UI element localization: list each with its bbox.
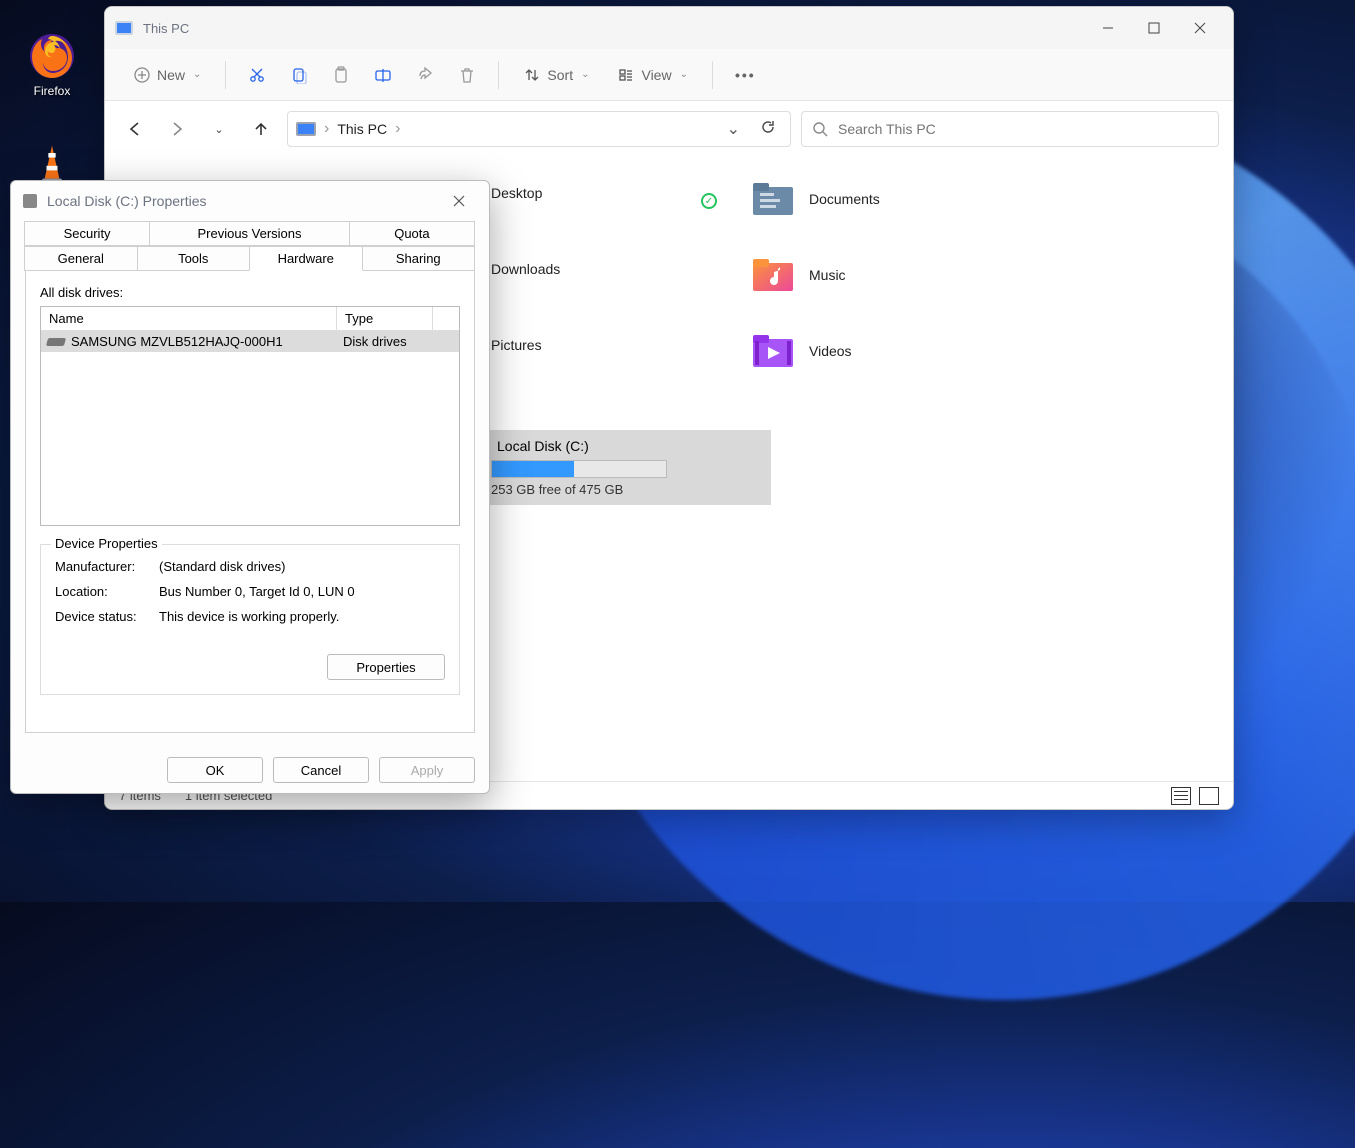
cancel-button[interactable]: Cancel bbox=[273, 757, 369, 783]
chevron-down-icon: ⌄ bbox=[214, 123, 223, 136]
group-title: Device Properties bbox=[51, 536, 162, 551]
ellipsis-icon: ••• bbox=[735, 67, 756, 83]
refresh-button[interactable] bbox=[754, 119, 782, 140]
all-drives-label: All disk drives: bbox=[40, 285, 460, 300]
dialog-close-button[interactable] bbox=[441, 186, 477, 216]
chevron-down-icon: ⌄ bbox=[680, 69, 688, 80]
folder-videos[interactable]: Videos bbox=[749, 329, 852, 373]
more-button[interactable]: ••• bbox=[727, 57, 764, 93]
folder-downloads[interactable]: Downloads bbox=[483, 261, 560, 277]
tab-quota[interactable]: Quota bbox=[349, 221, 475, 246]
tab-hardware[interactable]: Hardware bbox=[249, 246, 363, 271]
folder-pictures[interactable]: Pictures bbox=[483, 337, 542, 353]
disk-usage-bar bbox=[491, 460, 667, 478]
view-button[interactable]: View⌄ bbox=[607, 57, 697, 93]
copy-icon bbox=[290, 66, 308, 84]
column-type[interactable]: Type bbox=[337, 307, 433, 330]
properties-dialog: Local Disk (C:) Properties Security Prev… bbox=[10, 180, 490, 794]
recent-button[interactable]: ⌄ bbox=[203, 113, 235, 145]
device-properties-group: Device Properties Manufacturer:(Standard… bbox=[40, 544, 460, 695]
this-pc-icon bbox=[296, 122, 316, 136]
rename-icon bbox=[374, 66, 392, 84]
status-value: This device is working properly. bbox=[159, 609, 339, 624]
desktop-icon-label: Firefox bbox=[12, 84, 92, 98]
search-icon bbox=[812, 121, 828, 137]
folder-documents[interactable]: Documents bbox=[749, 177, 880, 221]
breadcrumb[interactable]: This PC bbox=[337, 121, 387, 137]
share-button[interactable] bbox=[408, 57, 442, 93]
tab-page-hardware: All disk drives: Name Type SAMSUNG MZVLB… bbox=[25, 270, 475, 733]
close-button[interactable] bbox=[1177, 12, 1223, 44]
tab-sharing[interactable]: Sharing bbox=[362, 246, 476, 271]
tab-security[interactable]: Security bbox=[24, 221, 150, 246]
back-button[interactable] bbox=[119, 113, 151, 145]
disk-local-c[interactable]: Local Disk (C:) 253 GB free of 475 GB bbox=[483, 430, 771, 505]
manufacturer-value: (Standard disk drives) bbox=[159, 559, 285, 574]
tab-general[interactable]: General bbox=[24, 246, 138, 271]
manufacturer-label: Manufacturer: bbox=[55, 559, 159, 574]
sort-icon bbox=[523, 66, 541, 84]
chevron-down-icon: ⌄ bbox=[581, 69, 589, 80]
chevron-right-icon: › bbox=[324, 120, 329, 138]
this-pc-icon bbox=[115, 21, 133, 35]
address-bar[interactable]: › This PC › ⌄ bbox=[287, 111, 791, 147]
ok-button[interactable]: OK bbox=[167, 757, 263, 783]
search-box[interactable] bbox=[801, 111, 1219, 147]
chevron-right-icon: › bbox=[395, 120, 400, 138]
drive-row[interactable]: SAMSUNG MZVLB512HAJQ-000H1 Disk drives bbox=[41, 331, 459, 352]
delete-button[interactable] bbox=[450, 57, 484, 93]
apply-button[interactable]: Apply bbox=[379, 757, 475, 783]
documents-icon bbox=[749, 177, 797, 221]
cut-button[interactable] bbox=[240, 57, 274, 93]
paste-button[interactable] bbox=[324, 57, 358, 93]
tab-previous-versions[interactable]: Previous Versions bbox=[149, 221, 350, 246]
toolbar: New⌄ Sort⌄ View⌄ ••• bbox=[105, 49, 1233, 101]
search-input[interactable] bbox=[838, 121, 1208, 137]
chevron-down-icon: ⌄ bbox=[193, 69, 201, 80]
dialog-titlebar[interactable]: Local Disk (C:) Properties bbox=[11, 181, 489, 221]
music-icon bbox=[749, 253, 797, 297]
address-dropdown[interactable]: ⌄ bbox=[721, 119, 746, 139]
scissors-icon bbox=[248, 66, 266, 84]
window-title: This PC bbox=[143, 21, 189, 36]
tab-tools[interactable]: Tools bbox=[137, 246, 251, 271]
clipboard-icon bbox=[332, 66, 350, 84]
firefox-icon bbox=[28, 32, 76, 80]
device-properties-button[interactable]: Properties bbox=[327, 654, 445, 680]
minimize-button[interactable] bbox=[1085, 12, 1131, 44]
up-button[interactable] bbox=[245, 113, 277, 145]
new-button[interactable]: New⌄ bbox=[123, 57, 211, 93]
share-icon bbox=[416, 66, 434, 84]
status-label: Device status: bbox=[55, 609, 159, 624]
tabs: Security Previous Versions Quota General… bbox=[25, 221, 475, 271]
view-icon bbox=[617, 66, 635, 84]
sync-ok-icon: ✓ bbox=[701, 193, 717, 209]
videos-icon bbox=[749, 329, 797, 373]
copy-button[interactable] bbox=[282, 57, 316, 93]
dialog-title: Local Disk (C:) Properties bbox=[47, 193, 207, 209]
location-label: Location: bbox=[55, 584, 159, 599]
nav-row: ⌄ › This PC › ⌄ bbox=[105, 101, 1233, 157]
desktop-icon-firefox[interactable]: Firefox bbox=[12, 32, 92, 98]
plus-circle-icon bbox=[133, 66, 151, 84]
thumbnails-view-button[interactable] bbox=[1199, 787, 1219, 805]
details-view-button[interactable] bbox=[1171, 787, 1191, 805]
maximize-button[interactable] bbox=[1131, 12, 1177, 44]
folder-music[interactable]: Music bbox=[749, 253, 846, 297]
column-name[interactable]: Name bbox=[41, 307, 337, 330]
disk-icon bbox=[23, 194, 37, 208]
location-value: Bus Number 0, Target Id 0, LUN 0 bbox=[159, 584, 355, 599]
forward-button[interactable] bbox=[161, 113, 193, 145]
sort-button[interactable]: Sort⌄ bbox=[513, 57, 599, 93]
dialog-buttons: OK Cancel Apply bbox=[11, 747, 489, 793]
trash-icon bbox=[458, 66, 476, 84]
titlebar[interactable]: This PC bbox=[105, 7, 1233, 49]
drives-list[interactable]: Name Type SAMSUNG MZVLB512HAJQ-000H1 Dis… bbox=[40, 306, 460, 526]
hdd-icon bbox=[46, 338, 66, 346]
rename-button[interactable] bbox=[366, 57, 400, 93]
folder-desktop[interactable]: Desktop bbox=[483, 185, 542, 201]
